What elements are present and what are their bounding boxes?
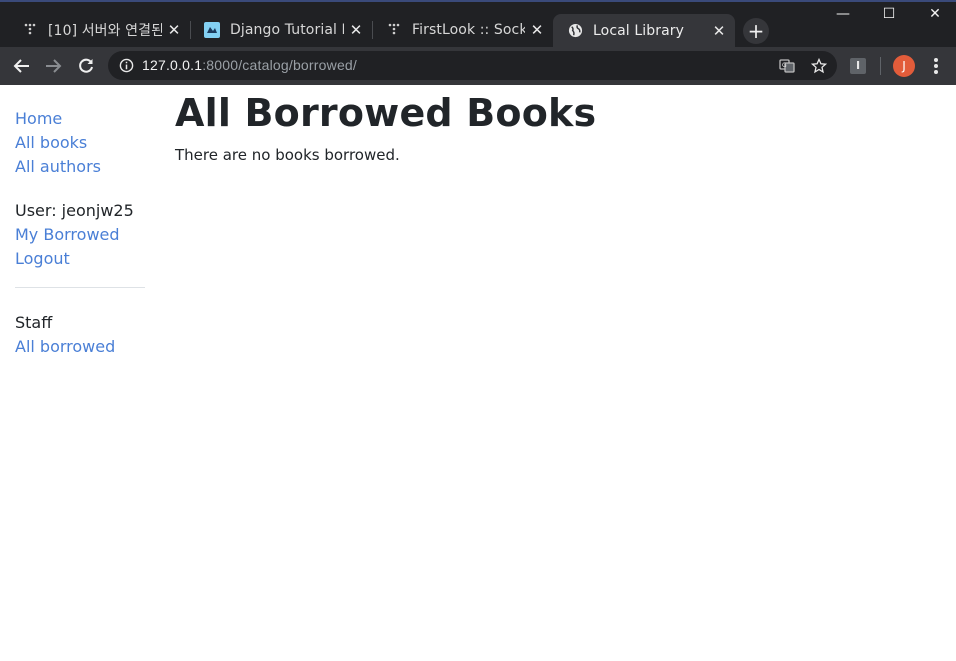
empty-state-message: There are no books borrowed. <box>175 146 400 164</box>
close-window-button[interactable]: ✕ <box>912 6 956 22</box>
browser-chrome: [10] 서버와 연결된 ✕ Django Tutorial Pa ✕ Firs… <box>0 0 956 85</box>
tab-title: Django Tutorial Pa <box>230 22 344 38</box>
url-text: 127.0.0.1:8000/catalog/borrowed/ <box>142 57 357 73</box>
toolbar-divider <box>880 57 881 75</box>
translate-icon[interactable]: G <box>778 57 796 75</box>
sidebar-link-logout[interactable]: Logout <box>15 247 145 271</box>
sidebar-link-home[interactable]: Home <box>15 107 145 131</box>
maximize-button[interactable]: ☐ <box>866 6 912 22</box>
page-content: Home All books All authors User: jeonjw2… <box>0 85 956 661</box>
forward-button[interactable] <box>43 56 63 76</box>
user-label: User: jeonjw25 <box>15 201 134 220</box>
sidebar-link-all-books[interactable]: All books <box>15 131 145 155</box>
arrow-left-icon <box>13 59 29 73</box>
sidebar-nav: Home All books All authors User: jeonjw2… <box>15 107 145 359</box>
globe-icon <box>567 23 583 39</box>
extension-button[interactable]: I <box>850 58 866 74</box>
bookmark-star-icon[interactable] <box>810 57 828 75</box>
sidebar-link-all-authors[interactable]: All authors <box>15 155 145 179</box>
main-content: All Borrowed Books There are no books bo… <box>175 85 596 166</box>
profile-avatar[interactable]: J <box>893 55 915 77</box>
sidebar-link-all-borrowed[interactable]: All borrowed <box>15 335 145 359</box>
minimize-button[interactable]: — <box>820 6 866 22</box>
info-icon[interactable] <box>119 58 134 77</box>
tab-close-icon[interactable]: ✕ <box>525 21 549 39</box>
svg-text:G: G <box>782 62 787 69</box>
reload-button[interactable] <box>76 56 96 76</box>
browser-toolbar: 127.0.0.1:8000/catalog/borrowed/ G I J <box>0 47 956 85</box>
tumblr-like-icon <box>386 22 402 38</box>
browser-tab-3[interactable]: FirstLook :: Socket ✕ <box>372 14 553 46</box>
page-title: All Borrowed Books <box>175 91 597 135</box>
reload-icon <box>79 58 93 73</box>
mdn-icon <box>204 22 220 38</box>
staff-label: Staff <box>15 313 53 332</box>
tab-close-icon[interactable]: ✕ <box>162 21 186 39</box>
browser-tab-4-active[interactable]: Local Library ✕ <box>553 14 735 47</box>
tab-title: Local Library <box>593 22 684 39</box>
back-button[interactable] <box>12 56 32 76</box>
address-bar[interactable]: 127.0.0.1:8000/catalog/borrowed/ G <box>108 51 837 80</box>
url-path: :8000/catalog/borrowed/ <box>202 57 358 73</box>
url-host: 127.0.0.1 <box>142 57 203 73</box>
chrome-top-accent <box>0 0 956 2</box>
arrow-right-icon <box>46 59 62 73</box>
more-menu-icon[interactable] <box>927 57 945 75</box>
tab-close-icon[interactable]: ✕ <box>707 22 731 40</box>
tab-title: FirstLook :: Socket <box>412 22 525 38</box>
browser-tab-1[interactable]: [10] 서버와 연결된 ✕ <box>8 14 190 46</box>
sidebar-divider <box>15 287 145 288</box>
browser-tab-2[interactable]: Django Tutorial Pa ✕ <box>190 14 372 46</box>
tab-title: [10] 서버와 연결된 <box>48 23 162 39</box>
new-tab-button[interactable]: + <box>743 18 769 44</box>
sidebar-link-my-borrowed[interactable]: My Borrowed <box>15 223 145 247</box>
tumblr-like-icon <box>22 22 38 38</box>
tab-close-icon[interactable]: ✕ <box>344 21 368 39</box>
